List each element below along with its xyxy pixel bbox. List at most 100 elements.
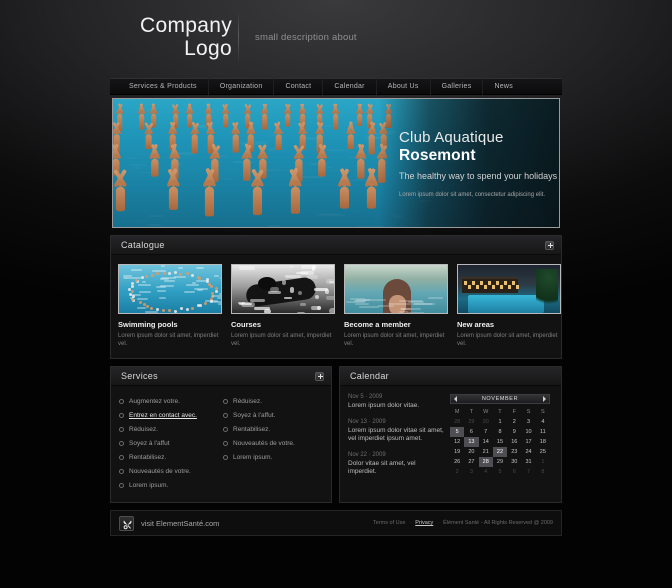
header-divider [238,10,239,62]
privacy-link[interactable]: Privacy [415,520,433,526]
terms-of-use-link[interactable]: Terms of Use [373,520,405,526]
service-list-item[interactable]: Soyez à l'affut [119,436,223,450]
calendar-day[interactable]: 21 [479,447,493,457]
calendar-day[interactable]: 31 [521,457,535,467]
calendar-day[interactable]: 12 [450,437,464,447]
calendar-day[interactable]: 1 [536,457,550,467]
calendar-week-row: 5 6 7 8 9 10 11 [450,427,550,437]
calendar-week-row: 12 13 14 15 16 17 18 [450,437,550,447]
service-list-item[interactable]: Réduisez. [119,422,223,436]
calendar-day[interactable]: 5 [493,467,507,477]
calendar-day[interactable]: 6 [507,467,521,477]
site-header: Company Logo small description about [110,0,562,78]
service-list-item[interactable]: Soyez à l'affut. [223,408,327,422]
site-container: Company Logo small description about Ser… [110,0,562,588]
calendar-day[interactable]: 18 [536,437,550,447]
calendar-day[interactable]: 29 [493,457,507,467]
nav-item-calendar[interactable]: Calendar [323,78,377,95]
nav-item-services-products[interactable]: Services & Products [118,78,209,95]
calendar-day[interactable]: 27 [464,457,478,467]
calendar-day[interactable]: 8 [493,427,507,437]
footer-site-link[interactable]: visit ElementSanté.com [141,519,219,528]
catalogue-item-new-areas[interactable]: New areas Lorem ipsum dolor sit amet, im… [457,264,561,348]
calendar-panel: Calendar Nov 5 · 2009 Lorem ipsum dolor v… [339,366,562,503]
hero-title-light: Club Aquatique [399,129,504,146]
bullet-icon [119,426,124,432]
calendar-day[interactable]: 19 [450,447,464,457]
calendar-day[interactable]: 10 [521,427,535,437]
calendar-day[interactable]: 4 [479,467,493,477]
calendar-day[interactable]: 30 [507,457,521,467]
service-list-item[interactable]: Nouveautés de votre. [223,436,327,450]
news-item[interactable]: Nov 5 · 2009 Lorem ipsum dolor vitae. [348,394,444,411]
news-text: Lorem ipsum dolor vitae sit amet, vel im… [348,426,444,443]
calendar-day[interactable]: 2 [450,467,464,477]
catalogue-item-swimming-pools[interactable]: Swimming pools Lorem ipsum dolor sit ame… [118,264,222,348]
bullet-icon [119,440,124,446]
calendar-day[interactable]: 4 [536,417,550,427]
calendar-week-row: 26 27 28 29 30 31 1 [450,457,550,467]
calendar-day[interactable]: 30 [479,417,493,427]
service-item-label: Réduisez. [129,425,158,433]
calendar-day[interactable]: 25 [536,447,550,457]
calendar-day-highlighted[interactable]: 22 [492,447,508,457]
nav-item-organization[interactable]: Organization [209,78,275,95]
service-item-label: Lorem ipsum. [233,453,273,461]
calendar-day-highlighted[interactable]: 13 [464,437,479,447]
calendar-day[interactable]: 3 [521,417,535,427]
catalogue-item-courses[interactable]: Courses Lorem ipsum dolor sit amet, impe… [231,264,335,348]
news-date: Nov 13 · 2009 [348,418,386,425]
service-list-item[interactable]: Entrez en contact avec. [119,408,223,422]
service-list-item[interactable]: Lorem ipsum. [119,478,223,492]
calendar-day[interactable]: 15 [493,437,507,447]
calendar-day-highlighted[interactable]: 5 [450,427,465,437]
service-item-label: Nouveautés de votre. [233,439,295,447]
service-list-item[interactable]: Augmentez votre. [119,394,223,408]
calendar-day[interactable]: 1 [493,417,507,427]
catalogue-item-title: Become a member [344,320,411,329]
hero-banner[interactable]: Club Aquatique Rosemont The healthy way … [112,98,560,228]
catalogue-item-become-a-member[interactable]: Become a member Lorem ipsum dolor sit am… [344,264,448,348]
calendar-day[interactable]: 6 [464,427,478,437]
calendar-day[interactable]: 2 [507,417,521,427]
service-list-item[interactable]: Lorem ipsum. [223,450,327,464]
nav-item-news[interactable]: News [483,78,524,95]
nav-item-about-us[interactable]: About Us [377,78,431,95]
calendar-day[interactable]: 14 [479,437,493,447]
butterfly-leaf-icon[interactable] [119,515,134,531]
thumbnail-courses [231,264,335,314]
calendar-day[interactable]: 8 [536,467,550,477]
service-list-item[interactable]: Rentabilisez. [119,450,223,464]
news-item[interactable]: Nov 22 · 2009 Dolor vitae sit amet, vel i… [348,452,444,477]
calendar-day[interactable]: 29 [464,417,478,427]
calendar-day[interactable]: 24 [521,447,535,457]
site-logo[interactable]: Company Logo [128,14,232,60]
news-item[interactable]: Nov 13 · 2009 Lorem ipsum dolor vitae sit… [348,419,444,444]
calendar-day[interactable]: 7 [479,427,493,437]
calendar-day[interactable]: 28 [450,417,464,427]
bullet-icon [223,398,228,404]
calendar-day[interactable]: 3 [464,467,478,477]
calendar-day[interactable]: 11 [536,427,550,437]
calendar-day-highlighted[interactable]: 28 [478,457,493,467]
nav-item-galleries[interactable]: Galleries [431,78,484,95]
calendar-day[interactable]: 26 [450,457,464,467]
lower-row: Services Augmentez votre. Entrez en conta… [110,366,562,503]
calendar-day[interactable]: 7 [521,467,535,477]
hero-title-bold: Rosemont [399,147,476,164]
service-item-label: Réduisez. [233,397,262,405]
plus-icon[interactable] [545,240,554,250]
calendar-day[interactable]: 16 [507,437,521,447]
calendar-day[interactable]: 20 [464,447,478,457]
footer-right: Terms of Use · Privacy · Élément Santé -… [373,520,553,526]
calendar-day[interactable]: 23 [507,447,521,457]
chevron-right-icon[interactable] [543,396,546,402]
service-list-item[interactable]: Nouveautés de votre. [119,464,223,478]
nav-item-contact[interactable]: Contact [274,78,324,95]
plus-icon[interactable] [315,371,324,381]
calendar-day[interactable]: 17 [521,437,535,447]
service-list-item[interactable]: Réduisez. [223,394,327,408]
calendar-weekday: W [483,409,489,415]
service-list-item[interactable]: Rentabilisez. [223,422,327,436]
calendar-day[interactable]: 9 [507,427,521,437]
